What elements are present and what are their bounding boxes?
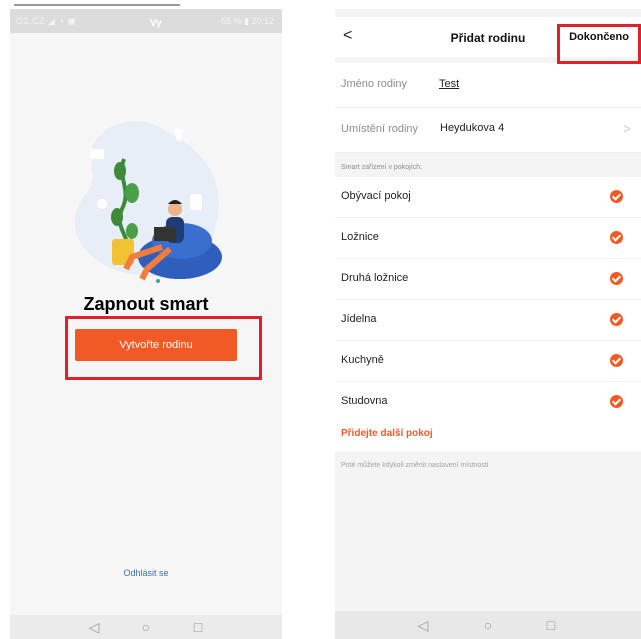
room-item-druha-loznice[interactable]: Druhá ložnice	[335, 259, 641, 300]
battery-label: 68 %	[220, 16, 242, 26]
logout-link[interactable]: Odhlásit se	[10, 568, 282, 578]
right-phone-screen: < Přidat rodinu Dokončeno Jméno rodiny U…	[335, 9, 641, 639]
room-item-obyvaci-pokoj[interactable]: Obývací pokoj	[335, 177, 641, 218]
smart-home-illustration-icon	[74, 121, 222, 283]
room-label: Kuchyně	[341, 354, 384, 366]
settings-note: Poté můžete kdykoli změnit nastavení mís…	[341, 462, 489, 469]
family-name-row: Jméno rodiny	[335, 63, 641, 108]
check-icon[interactable]	[610, 395, 623, 408]
check-icon[interactable]	[610, 190, 623, 203]
check-icon[interactable]	[610, 272, 623, 285]
room-label: Jídelna	[341, 313, 377, 325]
room-label: Druhá ložnice	[341, 272, 409, 284]
family-location-label: Umístění rodiny	[341, 123, 419, 135]
status-bar: O2.CZ ◢ ◔ ▣ Vy 68 % ▮ 20:12	[10, 9, 282, 33]
home-circle-icon[interactable]: ○	[138, 619, 154, 635]
room-label: Ložnice	[341, 231, 379, 243]
headline: Zapnout smart	[83, 294, 209, 314]
rooms-section-title: Smart zařízení v pokojích:	[341, 164, 422, 171]
highlight-done-button	[557, 24, 641, 64]
room-item-loznice[interactable]: Ložnice	[335, 218, 641, 259]
top-divider-line	[14, 4, 180, 6]
check-icon[interactable]	[610, 231, 623, 244]
family-name-label: Jméno rodiny	[341, 78, 408, 90]
room-item-jidelna[interactable]: Jídelna	[335, 300, 641, 341]
check-icon[interactable]	[610, 313, 623, 326]
chevron-right-icon: >	[623, 121, 631, 136]
recent-square-icon[interactable]: □	[543, 617, 559, 633]
room-label: Studovna	[341, 395, 388, 407]
room-label: Obývací pokoj	[341, 190, 411, 202]
battery-icon: ▮	[244, 16, 249, 26]
family-location-row[interactable]: Umístění rodiny Heydukova 4 >	[335, 108, 641, 153]
android-nav-bar: ◁ ○ □	[10, 615, 282, 639]
add-room-link[interactable]: Přidejte další pokoj	[341, 428, 433, 439]
room-list: Obývací pokoj Ložnice Druhá ložnice Jíde…	[335, 177, 641, 423]
family-name-input[interactable]	[439, 73, 579, 95]
room-item-kuchyne[interactable]: Kuchyně	[335, 341, 641, 382]
time-label: 20:12	[251, 16, 274, 26]
recent-square-icon[interactable]: □	[190, 619, 206, 635]
carrier-label: O2.CZ ◢ ◔ ▣	[16, 16, 77, 26]
family-form: Jméno rodiny Umístění rodiny Heydukova 4…	[335, 63, 641, 153]
back-triangle-icon[interactable]: ◁	[415, 617, 431, 633]
android-nav-bar: ◁ ○ □	[335, 611, 641, 639]
back-triangle-icon[interactable]: ◁	[86, 619, 102, 635]
highlight-create-button	[65, 316, 262, 380]
home-circle-icon[interactable]: ○	[480, 617, 496, 633]
status-right: 68 % ▮ 20:12	[221, 16, 274, 27]
status-center-label: Vy	[150, 18, 162, 29]
family-location-value: Heydukova 4	[440, 122, 505, 134]
check-icon[interactable]	[610, 354, 623, 367]
